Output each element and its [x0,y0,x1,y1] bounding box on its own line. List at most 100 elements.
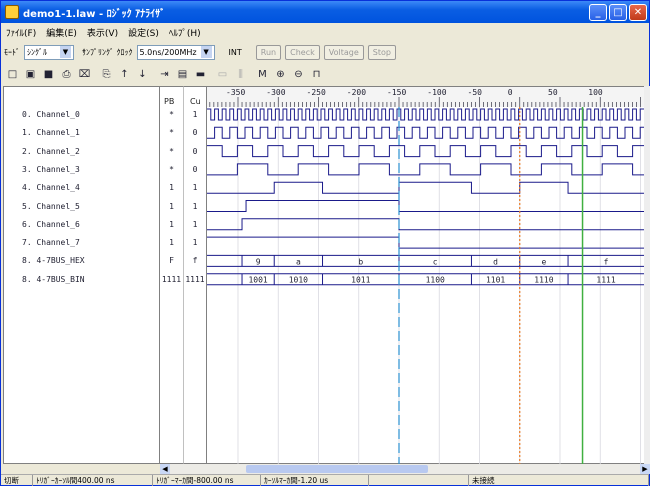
ruler-label: -200 [347,88,366,97]
vertical-scrollbar[interactable] [644,86,650,464]
arrow-down-icon[interactable]: ↓ [134,66,151,83]
bus-value: 1111 [596,276,615,285]
channel-name[interactable]: 7. Channel_7 [22,238,80,247]
channel-pb-value: 1 [169,183,174,193]
bus-value: 1011 [351,276,370,285]
channel-cu-value: 1 [192,238,198,248]
app-window: demo1-1.law - ﾛｼﾞｯｸ ｱﾅﾗｲｻﾞ _ □ ✕ ﾌｧｲﾙ(F)… [0,0,650,486]
menu-edit[interactable]: 編集(E) [41,26,82,39]
int-label: INT [228,47,242,57]
menu-help[interactable]: ﾍﾙﾌﾟ(H) [164,26,206,39]
channel-name[interactable]: 4. Channel_4 [22,183,80,192]
channel-waveform [207,181,644,194]
channel-waveform [207,218,644,231]
save-icon[interactable]: ■ [40,66,57,83]
voltage-button[interactable]: Voltage [323,44,364,60]
channel-name[interactable]: 6. Channel_6 [22,220,80,229]
channel-pb-value: 1 [169,201,174,211]
bus-value: b [358,257,363,266]
print-preview-icon[interactable]: ⌧ [76,66,93,83]
channel-name[interactable]: 8. 4-7BUS_HEX [22,256,85,265]
open-folder-icon[interactable]: ▣ [22,66,39,83]
disabled-2-icon[interactable]: ⫼ [232,66,249,83]
ruler-label: -350 [226,88,245,97]
channel-name[interactable]: 2. Channel_2 [22,147,80,156]
bus-value: 9 [256,257,261,266]
ruler-label: -300 [266,88,285,97]
window-title: demo1-1.law - ﾛｼﾞｯｸ ｱﾅﾗｲｻﾞ [23,8,166,20]
pulse-icon[interactable]: ⊓ [308,66,325,83]
run-button[interactable]: Run [255,44,282,60]
channel-name[interactable]: 1. Channel_1 [22,128,80,137]
menu-bar: ﾌｧｲﾙ(F) 編集(E) 表示(V) 設定(S) ﾍﾙﾌﾟ(H) [1,23,649,41]
ruler-label: -150 [387,88,406,97]
channel-waveform [207,163,644,176]
app-icon [5,5,19,19]
zoom-out-icon[interactable]: ⊖ [290,66,307,83]
channel-waveform [207,200,644,212]
ruler-label: -250 [307,88,326,97]
title-bar[interactable]: demo1-1.law - ﾛｼﾞｯｸ ｱﾅﾗｲｻﾞ _ □ ✕ [1,1,649,23]
close-button[interactable]: ✕ [629,3,647,21]
mode-label: ﾓｰﾄﾞ [4,47,20,57]
menu-file[interactable]: ﾌｧｲﾙ(F) [1,26,41,39]
ruler-label: 50 [548,88,558,97]
arrow-up-icon[interactable]: ↑ [116,66,133,83]
channel-cu-value: 1 [192,201,198,211]
zoom-in-icon[interactable]: ⊕ [272,66,289,83]
channel-cu-value: 0 [192,146,198,156]
check-button[interactable]: Check [285,44,320,60]
bus-value: 1101 [486,276,505,285]
mode-select[interactable]: ｼﾝｸﾞﾙ ▼ [24,44,74,60]
stop-button[interactable]: Stop [367,44,396,60]
bars-chart-icon[interactable]: ▤ [174,66,191,83]
toolbar: □ ▣ ■ ⎙ ⌧ ⎘ ↑ ↓ ⇥ ▤ ▬ ▭ ⫼ M ⊕ ⊖ ⊓ [1,63,649,85]
print-icon[interactable]: ⎙ [58,66,75,83]
new-file-icon[interactable]: □ [4,66,21,83]
channel-cu-value: f [192,256,198,266]
menu-settings[interactable]: 設定(S) [123,26,164,39]
bus-value: a [296,257,301,266]
minimize-button[interactable]: _ [589,3,607,21]
channel-name[interactable]: 8. 4-7BUS_BIN [22,275,85,284]
ruler-label: -100 [427,88,446,97]
waveform-area[interactable]: -350 -300 -250 -200 -150 -100 -50 0 50 100 9 a b c d e f… [207,86,644,465]
ruler-label: 0 [508,88,513,97]
mode-value: ｼﾝｸﾞﾙ [27,47,47,57]
channel-pb-value: * [169,146,174,156]
scroll-thumb[interactable] [246,465,428,473]
status-cursor-marker: ｶｰｿﾙﾏｰｶ間-1.20 us [261,475,369,486]
status-empty [369,475,469,486]
menu-view[interactable]: 表示(V) [82,26,123,39]
channel-waveform [207,108,644,121]
jump-icon[interactable]: ⇥ [156,66,173,83]
disabled-1-icon[interactable]: ▭ [214,66,231,83]
bus-value: e [541,257,546,266]
maximize-button[interactable]: □ [609,3,627,21]
copy-icon[interactable]: ⎘ [98,66,115,83]
status-connection: 切断 [1,475,33,486]
channel-name[interactable]: 0. Channel_0 [22,110,80,119]
marker-m-icon[interactable]: M [254,66,271,83]
bus-value: 1001 [248,276,267,285]
clock-select[interactable]: 5.0ns/200MHz ▼ [136,44,215,60]
scroll-right-icon[interactable]: ▶ [640,464,650,474]
channel-pb-value: 1 [169,219,174,229]
channel-pb-value: F [169,256,174,266]
channel-waveform [207,236,644,249]
ruler-label: 100 [588,88,603,97]
channel-pb-value: 1 [169,238,174,248]
channel-waveform [207,145,644,158]
mode-bar: ﾓｰﾄﾞ ｼﾝｸﾞﾙ ▼ ｻﾝﾌﾟﾘﾝｸﾞ ｸﾛｯｸ 5.0ns/200MHz ▼ … [1,41,649,63]
bus-value: c [433,257,438,266]
channel-name[interactable]: 3. Channel_3 [22,165,80,174]
bus-value: d [493,257,498,266]
horizontal-scrollbar[interactable]: ◀ ▶ [160,464,650,474]
ruler-label: -50 [468,88,483,97]
channel-pb-value: * [169,128,174,138]
clock-label: ｻﾝﾌﾟﾘﾝｸﾞ ｸﾛｯｸ [82,47,133,57]
scroll-left-icon[interactable]: ◀ [160,464,170,474]
channel-cu-value: 1 [192,110,198,119]
red-bar-icon[interactable]: ▬ [192,66,209,83]
channel-name[interactable]: 5. Channel_5 [22,202,80,211]
